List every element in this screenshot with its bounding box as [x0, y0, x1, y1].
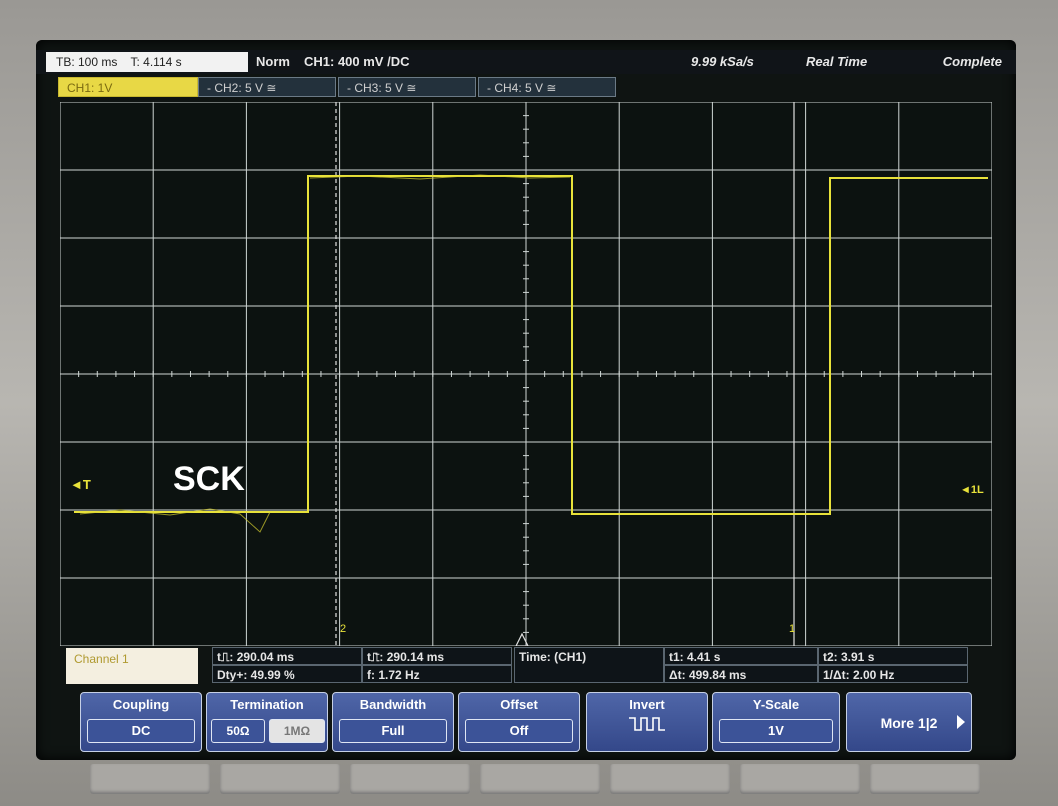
invert-button[interactable]: Invert	[586, 692, 708, 752]
tab-ch1[interactable]: CH1: 1V	[58, 77, 198, 97]
status-bar: TB: 100 ms T: 4.114 s Norm CH1: 400 mV /…	[36, 50, 1016, 74]
offset-button[interactable]: Offset Off	[458, 692, 580, 752]
waveform-graticule: 2 1 ◄T ◄1L	[60, 102, 992, 646]
offset-value: Off	[465, 719, 573, 743]
ch1-setting: CH1: 400 mV /DC	[304, 54, 410, 69]
y-scale-label: Y-Scale	[752, 697, 800, 712]
termination-label: Termination	[230, 697, 304, 712]
coupling-label: Coupling	[112, 697, 170, 712]
measurement-panel: Channel 1 t⎍: 290.04 ms t⎍̄: 290.14 ms D…	[36, 646, 1016, 686]
coupling-button[interactable]: Coupling DC	[80, 692, 202, 752]
hardkey-6[interactable]	[740, 764, 860, 794]
coupling-value: DC	[87, 719, 195, 743]
hardkey-3[interactable]	[350, 764, 470, 794]
oscilloscope-bezel: TB: 100 ms T: 4.114 s Norm CH1: 400 mV /…	[0, 0, 1058, 806]
bandwidth-button[interactable]: Bandwidth Full	[332, 692, 454, 752]
channel-label: Channel 1	[66, 648, 198, 684]
hardkey-7[interactable]	[870, 764, 980, 794]
sample-rate: 9.99 kSa/s	[691, 54, 754, 69]
bandwidth-value: Full	[339, 719, 447, 743]
cursor-1-label: 2	[340, 623, 346, 635]
acquisition-mode: Real Time	[806, 54, 868, 69]
termination-1-megohm[interactable]: 1MΩ	[269, 719, 325, 743]
hardkey-5[interactable]	[610, 764, 730, 794]
termination-50-ohm[interactable]: 50Ω	[211, 719, 265, 743]
frequency: f: 1.72 Hz	[362, 665, 512, 683]
delta-t: Δt: 499.84 ms	[664, 665, 818, 683]
channel-tabs: CH1: 1V - CH2: 5 V ≅ - CH3: 5 V ≅ - CH4:…	[46, 77, 1006, 97]
trigger-time-readout: T: 4.114 s	[130, 55, 182, 69]
neg-width: t⎍̄: 290.14 ms	[362, 647, 512, 665]
hardkey-2[interactable]	[220, 764, 340, 794]
offset-label: Offset	[500, 697, 538, 712]
y-scale-value: 1V	[719, 719, 833, 743]
hardkey-4[interactable]	[480, 764, 600, 794]
right-arrow-icon	[957, 715, 965, 729]
termination-button[interactable]: Termination 50Ω 1MΩ	[206, 692, 328, 752]
invert-label: Invert	[629, 697, 665, 712]
softkey-menu: Coupling DC Termination 50Ω 1MΩ Bandwidt…	[36, 688, 1016, 760]
tab-ch3[interactable]: - CH3: 5 V ≅	[338, 77, 476, 97]
tab-ch4[interactable]: - CH4: 5 V ≅	[478, 77, 616, 97]
scope-display: TB: 100 ms T: 4.114 s Norm CH1: 400 mV /…	[36, 40, 1016, 760]
timebase-readout: TB: 100 ms	[56, 55, 118, 69]
ch1-offset-marker[interactable]: ◄1L	[960, 484, 984, 496]
timebase-box[interactable]: TB: 100 ms T: 4.114 s	[46, 52, 248, 72]
tab-ch2[interactable]: - CH2: 5 V ≅	[198, 77, 336, 97]
duty-cycle: Dty+: 49.99 %	[212, 665, 362, 683]
acquisition-status: Complete	[942, 54, 1002, 69]
bandwidth-label: Bandwidth	[359, 697, 427, 712]
pos-width: t⎍: 290.04 ms	[212, 647, 362, 665]
trigger-level-marker[interactable]: ◄T	[70, 477, 91, 492]
square-wave-icon	[629, 717, 665, 731]
trigger-mode: Norm	[256, 54, 290, 69]
more-button[interactable]: More 1|2	[846, 692, 972, 752]
time-source: Time: (CH1)	[514, 647, 664, 683]
cursor-t2: t2: 3.91 s	[818, 647, 968, 665]
signal-label: SCK	[173, 460, 245, 498]
y-scale-button[interactable]: Y-Scale 1V	[712, 692, 840, 752]
more-label: More 1|2	[880, 715, 938, 731]
cursor-2-label: 1	[789, 623, 795, 635]
inverse-delta-t: 1/Δt: 2.00 Hz	[818, 665, 968, 683]
hardkey-1[interactable]	[90, 764, 210, 794]
cursor-t1: t1: 4.41 s	[664, 647, 818, 665]
